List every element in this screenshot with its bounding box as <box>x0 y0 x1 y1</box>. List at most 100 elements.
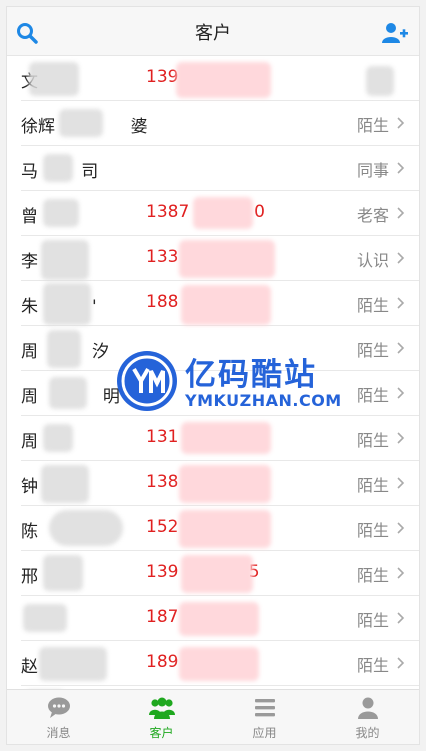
chevron-right-icon <box>397 477 405 489</box>
list-item[interactable]: 187 陌生 <box>21 596 419 641</box>
contact-name: 邢 <box>21 567 38 587</box>
contact-relation: 老客 <box>356 206 389 225</box>
tab-messages[interactable]: 消息 <box>7 690 110 744</box>
redaction-mask <box>49 377 87 409</box>
add-customer-button[interactable] <box>381 21 409 45</box>
contact-name: 李 <box>21 252 38 272</box>
redaction-mask <box>59 109 103 137</box>
tab-me[interactable]: 我的 <box>316 690 419 744</box>
contact-relation: 陌生 <box>356 431 389 450</box>
add-user-icon <box>382 23 408 43</box>
contact-phone: 152 <box>146 517 179 537</box>
redaction-mask <box>181 555 253 593</box>
page-title: 客户 <box>195 23 231 44</box>
contact-name: 周 <box>21 432 38 452</box>
contact-phone: 133 <box>146 247 179 267</box>
tab-label: 消息 <box>46 726 71 740</box>
tab-label: 客户 <box>149 726 174 740</box>
redaction-mask <box>43 199 79 227</box>
chevron-right-icon <box>397 162 405 174</box>
redaction-mask <box>43 424 73 452</box>
list-item[interactable]: 徐辉 婆 陌生 <box>21 101 419 146</box>
redaction-mask <box>41 240 89 280</box>
redaction-mask <box>43 555 83 591</box>
list-item[interactable]: 李 133 认识 <box>21 236 419 281</box>
contact-phone: 187 <box>146 607 179 627</box>
redaction-mask <box>179 465 271 503</box>
nav-bar: 客户 <box>7 7 419 56</box>
contact-phone: 139 <box>146 67 179 87</box>
redaction-mask <box>29 62 79 96</box>
list-item[interactable]: 赵 189 陌生 <box>21 641 419 686</box>
redaction-mask <box>43 283 91 325</box>
contact-relation: 陌生 <box>356 656 389 675</box>
list-item[interactable]: 文 139 <box>21 56 419 101</box>
redaction-mask <box>193 197 253 229</box>
list-item[interactable]: 钟 138 陌生 <box>21 461 419 506</box>
list-item[interactable]: 马 司 同事 <box>21 146 419 191</box>
contact-relation: 陌生 <box>356 341 389 360</box>
tab-bar: 消息 客户 应用 我的 <box>7 689 419 744</box>
contact-relation: 陌生 <box>356 296 389 315</box>
chevron-right-icon <box>397 567 405 579</box>
list-item[interactable]: 陈 152 陌生 <box>21 506 419 551</box>
contact-relation: 陌生 <box>356 566 389 585</box>
contact-name: 赵 <box>21 657 38 677</box>
redaction-mask <box>179 647 259 681</box>
user-icon <box>357 697 378 719</box>
chevron-right-icon <box>397 297 405 309</box>
contact-phone: 189 <box>146 652 179 672</box>
redaction-mask <box>49 510 123 546</box>
contact-phone: 188 <box>146 292 179 312</box>
redaction-mask <box>181 422 271 454</box>
chevron-right-icon <box>397 207 405 219</box>
tab-apps[interactable]: 应用 <box>213 690 316 744</box>
chevron-right-icon <box>397 432 405 444</box>
tab-label: 应用 <box>252 726 277 740</box>
contact-phone: 138 <box>146 472 179 492</box>
watermark-logo-icon <box>117 351 177 411</box>
contact-name: 曾 <box>21 207 38 227</box>
redaction-mask <box>179 602 259 636</box>
chevron-right-icon <box>397 612 405 624</box>
list-item[interactable]: 周 131 陌生 <box>21 416 419 461</box>
list-item[interactable]: 邢 139 5 陌生 <box>21 551 419 596</box>
chevron-right-icon <box>397 657 405 669</box>
contact-phone: 131 <box>146 427 179 447</box>
contact-relation: 认识 <box>356 251 389 270</box>
redaction-mask <box>47 330 81 368</box>
redaction-mask <box>179 510 271 548</box>
watermark-subtitle: YMKUZHAN.COM <box>185 391 342 410</box>
contact-relation: 陌生 <box>356 476 389 495</box>
redaction-mask <box>23 604 67 632</box>
contact-relation: 同事 <box>356 161 389 180</box>
contact-name: 陈 <box>21 522 38 542</box>
chevron-right-icon <box>397 252 405 264</box>
app-frame: 客户 文 139 徐辉 婆 陌生 <box>6 6 420 745</box>
contact-relation: 陌生 <box>356 611 389 630</box>
chevron-right-icon <box>397 387 405 399</box>
menu-icon <box>254 699 275 717</box>
chevron-right-icon <box>397 522 405 534</box>
redaction-mask <box>43 154 73 182</box>
redaction-mask <box>366 66 394 96</box>
contact-relation: 陌生 <box>356 386 389 405</box>
list-item[interactable]: 朱 ' 188 陌生 <box>21 281 419 326</box>
redaction-mask <box>181 285 271 325</box>
redaction-mask <box>179 240 275 278</box>
contact-relation: 陌生 <box>356 521 389 540</box>
chevron-right-icon <box>397 117 405 129</box>
redaction-mask <box>176 62 271 98</box>
redaction-mask <box>41 465 89 503</box>
tab-label: 我的 <box>355 726 380 740</box>
group-icon <box>148 697 175 719</box>
list-item[interactable]: 曾 1387 0 老客 <box>21 191 419 236</box>
chevron-right-icon <box>397 342 405 354</box>
contact-name: 钟 <box>21 477 38 497</box>
chat-icon <box>47 697 70 718</box>
watermark: 亿码酷站 YMKUZHAN.COM <box>117 349 341 419</box>
tab-customers[interactable]: 客户 <box>110 690 213 744</box>
redaction-mask <box>39 647 107 681</box>
watermark-title: 亿码酷站 <box>185 357 317 393</box>
contact-relation: 陌生 <box>356 116 389 135</box>
